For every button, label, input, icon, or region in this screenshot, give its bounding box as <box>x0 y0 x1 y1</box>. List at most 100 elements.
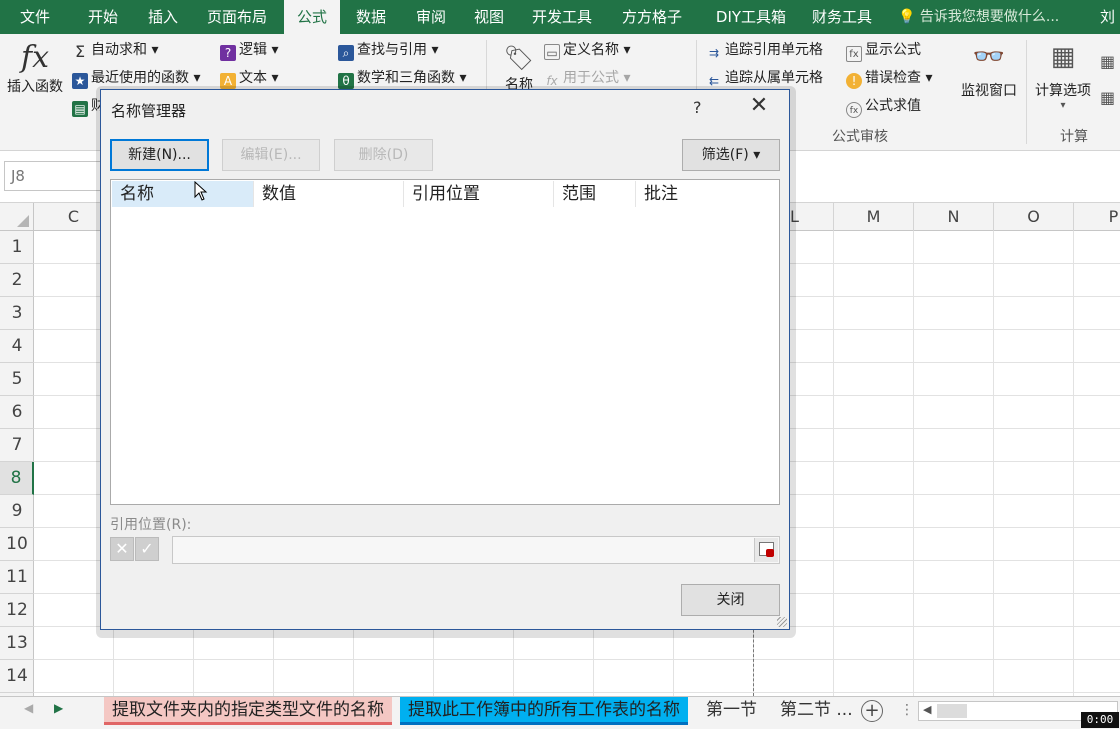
row-header[interactable]: 2 <box>0 264 34 297</box>
column-header-p[interactable]: P <box>1074 203 1120 231</box>
group-separator <box>1026 40 1027 144</box>
scroll-split-handle[interactable]: ⋮ <box>900 702 914 718</box>
list-header-name[interactable]: 名称 <box>112 181 254 207</box>
add-sheet-button[interactable]: + <box>861 700 883 722</box>
tab-view[interactable]: 视图 <box>462 0 516 34</box>
tab-diy-toolbox[interactable]: DIY工具箱 <box>704 0 798 34</box>
sheet-tab[interactable]: 第一节 <box>698 697 765 725</box>
column-header-n[interactable]: N <box>914 203 994 231</box>
tab-formulas[interactable]: 公式 <box>284 0 340 34</box>
tab-home[interactable]: 开始 <box>76 0 130 34</box>
tab-finance-tools[interactable]: 财务工具 <box>802 0 882 34</box>
star-icon: ★ <box>72 73 88 89</box>
names-list[interactable]: 名称 数值 引用位置 范围 批注 <box>110 179 780 505</box>
scroll-thumb[interactable] <box>937 704 967 718</box>
watch-window-button[interactable]: 👓 监视窗口 <box>956 42 1022 100</box>
confirm-edit-icon: ✓ <box>135 537 159 561</box>
tab-data[interactable]: 数据 <box>344 0 398 34</box>
calc-options-label: 计算选项 <box>1035 83 1091 99</box>
use-in-formula-label: 用于公式 <box>563 70 619 86</box>
close-icon[interactable]: ✕ <box>747 94 771 118</box>
evaluate-formula-button[interactable]: fx 公式求值 <box>846 95 921 118</box>
row-header[interactable]: 14 <box>0 660 34 693</box>
show-formulas-button[interactable]: fx 显示公式 <box>846 39 921 62</box>
fx-icon: fx <box>20 40 50 75</box>
row-header[interactable]: 10 <box>0 528 34 561</box>
tell-me-box[interactable]: 💡 告诉我您想要做什么... <box>898 0 1059 34</box>
error-checking-button[interactable]: ! 错误检查 ▾ <box>846 67 932 89</box>
help-button[interactable]: ? <box>693 98 702 117</box>
sheet-tab-bar: ◀ ▶ 提取文件夹内的指定类型文件的名称 提取此工作簿中的所有工作表的名称 第一节第… <box>0 696 1120 729</box>
list-header-value[interactable]: 数值 <box>254 181 404 207</box>
trace-dependents-label: 追踪从属单元格 <box>725 70 823 86</box>
range-picker-icon[interactable] <box>754 538 778 562</box>
chevron-down-icon: ▾ <box>1060 100 1066 111</box>
trace-precedents-button[interactable]: ⇉ 追踪引用单元格 <box>706 39 823 61</box>
define-name-button[interactable]: ▭ 定义名称 ▾ <box>544 39 630 61</box>
tab-developer[interactable]: 开发工具 <box>522 0 602 34</box>
sigma-icon: Σ <box>74 42 86 61</box>
tag-icon: ▭ <box>544 44 560 60</box>
trace-precedents-label: 追踪引用单元格 <box>725 42 823 58</box>
row-header[interactable]: 4 <box>0 330 34 363</box>
autosum-button[interactable]: Σ 自动求和 ▾ <box>72 39 159 61</box>
lookup-reference-button[interactable]: ⌕ 查找与引用 ▾ <box>338 39 438 61</box>
row-header[interactable]: 7 <box>0 429 34 462</box>
filter-button[interactable]: 筛选(F) ▾ <box>682 139 780 171</box>
column-header-m[interactable]: M <box>834 203 914 231</box>
list-header-comment[interactable]: 批注 <box>636 181 779 207</box>
tell-me-text: 告诉我您想要做什么... <box>919 9 1060 25</box>
calculation-options-button[interactable]: ▦ 计算选项 ▾ <box>1030 42 1096 111</box>
evaluate-icon: fx <box>846 102 862 118</box>
tab-review[interactable]: 审阅 <box>404 0 458 34</box>
list-header-scope[interactable]: 范围 <box>554 181 636 207</box>
user-name[interactable]: 刘 <box>1100 0 1115 34</box>
sheet-nav-next-icon[interactable]: ▶ <box>54 701 63 715</box>
mouse-cursor-icon <box>194 181 208 201</box>
eval-formula-label: 公式求值 <box>865 98 921 114</box>
logic-label: 逻辑 <box>239 42 267 58</box>
resize-grip-icon[interactable] <box>777 617 787 627</box>
corner-triangle-icon <box>17 215 29 227</box>
refers-to-input[interactable] <box>172 536 780 564</box>
row-header[interactable]: 9 <box>0 495 34 528</box>
calculate-sheet-icon[interactable]: ▦ <box>1100 88 1115 107</box>
row-header[interactable]: 6 <box>0 396 34 429</box>
sheet-tab[interactable]: 提取文件夹内的指定类型文件的名称 <box>104 697 392 725</box>
autosum-label: 自动求和 <box>91 42 147 58</box>
row-header[interactable]: 12 <box>0 594 34 627</box>
column-header-o[interactable]: O <box>994 203 1074 231</box>
row-header[interactable]: 13 <box>0 627 34 660</box>
lightbulb-icon: 💡 <box>898 9 916 25</box>
define-name-label: 定义名称 <box>563 42 619 58</box>
list-header-refers-to[interactable]: 引用位置 <box>404 181 554 207</box>
row-header[interactable]: 8 <box>0 462 34 495</box>
row-header[interactable]: 5 <box>0 363 34 396</box>
row-header[interactable]: 3 <box>0 297 34 330</box>
glasses-icon: 👓 <box>972 42 1006 72</box>
tab-page-layout[interactable]: 页面布局 <box>196 0 278 34</box>
row-header[interactable]: 1 <box>0 231 34 264</box>
tab-insert[interactable]: 插入 <box>136 0 190 34</box>
error-check-label: 错误检查 <box>865 70 921 86</box>
show-formulas-label: 显示公式 <box>865 42 921 58</box>
calculate-now-icon[interactable]: ▦ <box>1100 52 1115 71</box>
select-all-corner[interactable] <box>0 203 34 231</box>
sheet-tab[interactable]: 第二节 ... <box>772 697 861 725</box>
row-headers: 1 2 3 4 5 6 7 8 9 10 11 12 13 14 <box>0 231 34 696</box>
edit-name-button[interactable]: 编辑(E)... <box>222 139 320 171</box>
row-header[interactable]: 11 <box>0 561 34 594</box>
sheet-nav-prev-icon[interactable]: ◀ <box>24 701 33 715</box>
scroll-left-icon[interactable]: ◀ <box>923 703 931 716</box>
warning-icon: ! <box>846 73 862 89</box>
delete-name-button[interactable]: 删除(D) <box>334 139 433 171</box>
close-button[interactable]: 关闭 <box>681 584 780 616</box>
logical-button[interactable]: ? 逻辑 ▾ <box>220 39 278 61</box>
tab-file[interactable]: 文件 <box>8 0 62 34</box>
tab-fangfang[interactable]: 方方格子 <box>612 0 692 34</box>
new-name-button[interactable]: 新建(N)... <box>110 139 209 171</box>
math-label: 数学和三角函数 <box>357 70 455 86</box>
insert-function-button[interactable]: fx 插入函数 <box>4 40 66 96</box>
insert-function-label: 插入函数 <box>7 79 63 95</box>
sheet-tab[interactable]: 提取此工作簿中的所有工作表的名称 <box>400 697 688 725</box>
